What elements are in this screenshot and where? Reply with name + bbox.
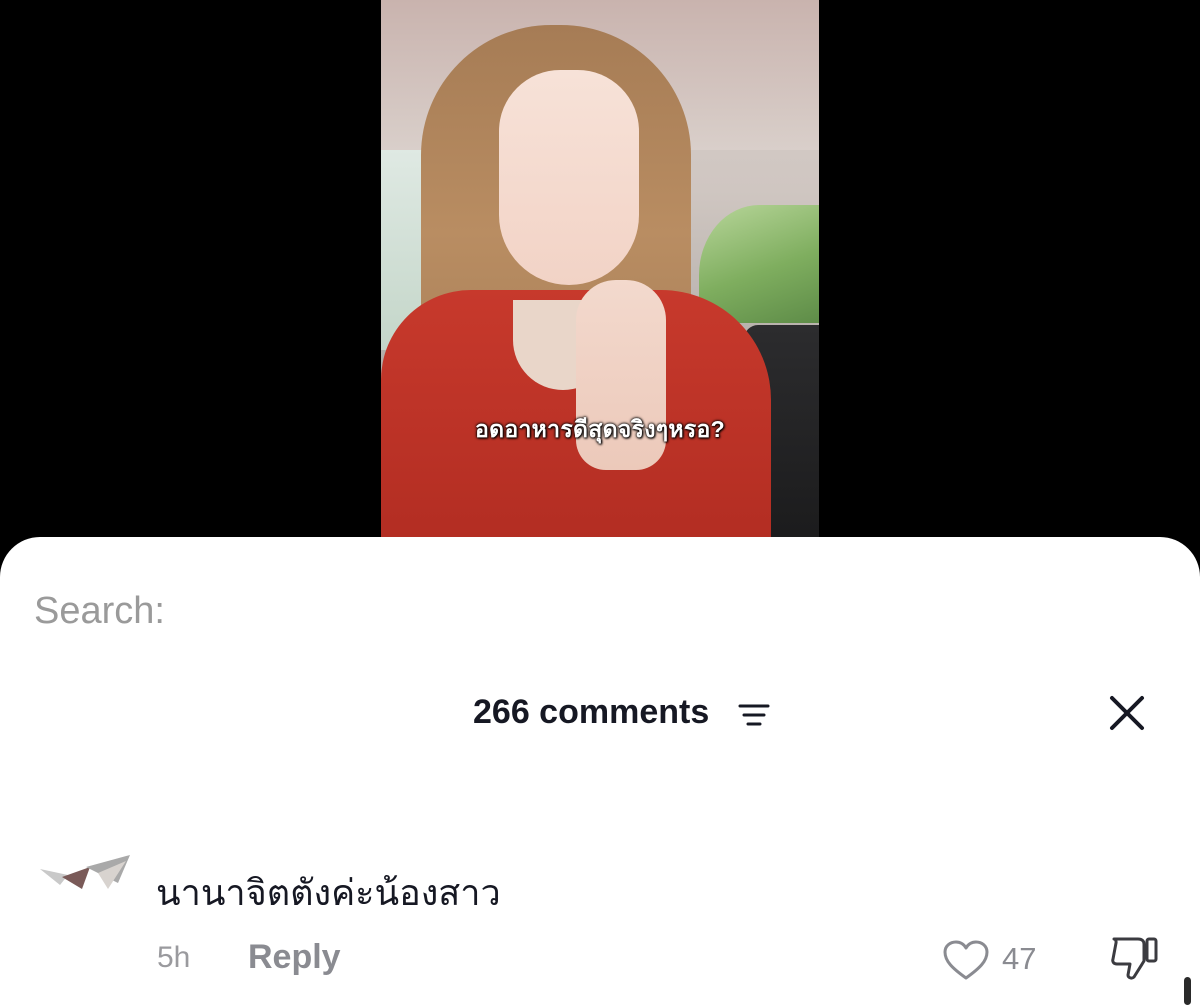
comments-sheet: Search: 266 comments นานาจิตตังค่ะน้องสา…: [0, 537, 1200, 1005]
reply-button[interactable]: Reply: [248, 938, 341, 977]
video-player[interactable]: อดอาหารดีสุดจริงๆหรอ?: [381, 0, 819, 545]
filter-lines-icon[interactable]: [738, 703, 770, 727]
comments-count-title: 266 comments: [473, 693, 710, 731]
thumbs-down-icon[interactable]: [1108, 935, 1160, 981]
comment-timestamp: 5h: [157, 941, 191, 974]
heart-icon[interactable]: [942, 939, 990, 981]
video-person-face-shape: [499, 70, 639, 285]
search-suggestion-label: Search:: [34, 590, 165, 624]
close-icon[interactable]: [1105, 691, 1149, 735]
app-screen: อดอาหารดีสุดจริงๆหรอ? Search: 266 commen…: [0, 0, 1200, 1005]
comments-header: 266 comments: [0, 687, 1200, 737]
search-suggestion[interactable]: Search:: [34, 582, 165, 624]
comment-item: นานาจิตตังค่ะน้องสาว 5h Reply 47: [0, 837, 1200, 1005]
like-count: 47: [1002, 941, 1037, 976]
video-subtitle: อดอาหารดีสุดจริงๆหรอ?: [474, 416, 725, 442]
comment-text: นานาจิตตังค่ะน้องสาว: [156, 872, 501, 913]
avatar[interactable]: [38, 855, 134, 895]
comments-scrollbar[interactable]: [1184, 977, 1191, 1005]
